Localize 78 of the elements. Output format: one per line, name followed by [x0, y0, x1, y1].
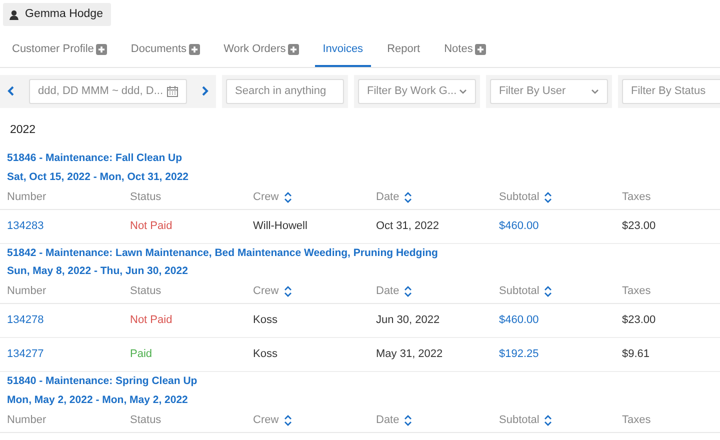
column-header[interactable]: Crew	[253, 188, 279, 206]
date-cell: Oct 31, 2022	[376, 220, 439, 232]
taxes-cell: $23.00	[622, 314, 656, 326]
status-text: Not Paid	[130, 314, 172, 326]
date-cell: Jun 30, 2022	[376, 314, 440, 326]
customer-name: Gemma Hodge	[25, 7, 103, 22]
date-cell: May 31, 2022	[376, 348, 443, 360]
subtotal-link[interactable]: $460.00	[499, 220, 539, 232]
taxes-cell: $23.00	[622, 220, 656, 232]
add-icon[interactable]	[188, 44, 200, 55]
column-header: Number	[7, 284, 46, 300]
add-icon[interactable]	[288, 44, 299, 55]
subtotal-link[interactable]: $460.00	[499, 314, 539, 326]
sort-icon[interactable]	[404, 414, 412, 426]
column-header: Number	[7, 412, 46, 428]
work-order-link[interactable]: 51840 - Maintenance: Spring Clean Up	[0, 374, 720, 390]
sort-icon[interactable]	[404, 192, 412, 202]
invoice-number-link[interactable]: 134283	[7, 220, 44, 232]
column-header: Status	[130, 190, 162, 205]
work-order-dates: Sun, May 8, 2022 - Thu, Jun 30, 2022	[6, 264, 189, 280]
tab[interactable]: Notes	[436, 38, 494, 67]
date-range-field[interactable]: ddd, DD MMM ~ ddd, D...	[29, 78, 187, 104]
sort-icon[interactable]	[284, 192, 292, 202]
column-header[interactable]: Crew	[253, 412, 279, 428]
work-order-link[interactable]: 51846 - Maintenance: Fall Clean Up	[0, 151, 720, 167]
add-icon[interactable]	[474, 44, 486, 55]
crew-cell: Koss	[253, 348, 278, 360]
caret-icon	[459, 88, 467, 94]
caret-icon	[591, 88, 599, 94]
tab[interactable]: Report	[379, 38, 428, 67]
year-heading: 2022	[9, 122, 37, 138]
tab[interactable]: Customer Profile	[4, 38, 115, 67]
column-header: Taxes	[622, 190, 651, 205]
column-header: Status	[130, 412, 162, 428]
invoice-number-link[interactable]: 134278	[7, 314, 44, 326]
sort-icon[interactable]	[544, 414, 552, 426]
sort-icon[interactable]	[544, 192, 552, 202]
sort-icon[interactable]	[544, 286, 552, 297]
filter-dropdown[interactable]: Filter By Work G...	[358, 78, 476, 104]
taxes-cell: $9.61	[622, 348, 650, 360]
chevron-right-icon	[201, 86, 209, 96]
column-header: Number	[7, 190, 46, 205]
work-order-dates: Mon, May 2, 2022 - Mon, May 2, 2022	[6, 392, 189, 408]
column-header[interactable]: Subtotal	[499, 283, 540, 300]
column-header: Status	[130, 284, 162, 300]
filter-dropdown[interactable]: Filter By Status	[622, 78, 720, 104]
calendar-icon[interactable]	[167, 86, 178, 97]
column-header[interactable]: Subtotal	[499, 412, 540, 428]
tab[interactable]: Documents	[122, 38, 208, 67]
search-field[interactable]: Search in anything	[226, 78, 344, 104]
sort-icon[interactable]	[284, 414, 292, 426]
crew-cell: Koss	[253, 314, 278, 326]
dropdown-placeholder: Filter By Work G...	[367, 84, 457, 99]
sort-icon[interactable]	[404, 286, 412, 297]
invoice-number-link[interactable]: 134277	[7, 348, 44, 360]
tab[interactable]: Work Orders	[216, 38, 307, 67]
status-text: Paid	[130, 348, 152, 360]
column-header[interactable]: Crew	[253, 283, 279, 300]
work-order-link[interactable]: 51842 - Maintenance: Lawn Maintenance, Bed Maintenance Weeding, Pruning Hedging	[0, 246, 720, 262]
person-icon	[9, 10, 19, 20]
chevron-left-icon	[7, 86, 15, 96]
crew-cell: Will-Howell	[253, 220, 308, 232]
column-header: Taxes	[622, 284, 651, 300]
work-order-dates: Sat, Oct 15, 2022 - Mon, Oct 31, 2022	[6, 170, 190, 185]
status-text: Not Paid	[130, 220, 172, 232]
add-icon[interactable]	[96, 44, 107, 55]
column-header[interactable]: Date	[376, 283, 400, 300]
subtotal-link[interactable]: $192.25	[499, 348, 539, 360]
sort-icon[interactable]	[284, 286, 292, 297]
column-header[interactable]: Date	[376, 188, 400, 206]
column-header[interactable]: Date	[376, 412, 400, 428]
dropdown-placeholder: Filter By User	[499, 84, 566, 99]
dropdown-placeholder: Filter By Status	[631, 84, 706, 99]
column-header: Taxes	[622, 412, 651, 428]
date-range-placeholder: ddd, DD MMM ~ ddd, D...	[38, 84, 164, 99]
column-header[interactable]: Subtotal	[499, 188, 540, 206]
filter-dropdown[interactable]: Filter By User	[490, 78, 608, 104]
tab[interactable]: Invoices	[314, 38, 372, 67]
